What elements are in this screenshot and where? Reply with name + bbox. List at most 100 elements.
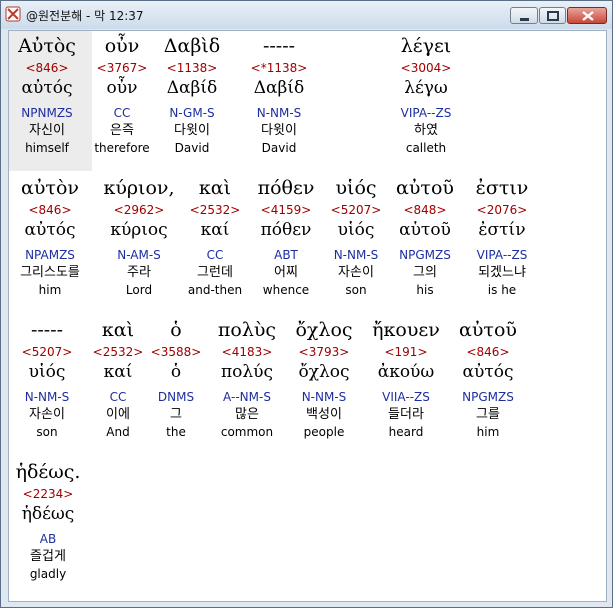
strong-number: <5207> xyxy=(21,345,73,359)
word-block[interactable]: ἤκουεν <191> ἀκούω VIIA--ZS 들더라 heard xyxy=(362,317,450,440)
greek-word: αὐτοῦ xyxy=(459,319,517,341)
korean-gloss: 그리스도를 xyxy=(20,265,80,280)
parsing-code: NPAMZS xyxy=(25,248,75,262)
english-gloss: whence xyxy=(262,283,310,297)
lemma: ὄχλος xyxy=(298,362,350,382)
english-gloss: the xyxy=(166,425,186,439)
parsing-code: N-NM-S xyxy=(301,390,347,404)
strong-number: <2962> xyxy=(113,203,165,217)
korean-gloss: 자손이 xyxy=(338,265,374,280)
lemma: ἀκούω xyxy=(377,362,435,382)
word-block[interactable]: αὐτὸν <846> αὐτός NPAMZS 그리스도를 him xyxy=(9,175,91,298)
korean-gloss: 다윗이 xyxy=(174,123,210,138)
korean-gloss: 주라 xyxy=(127,265,151,280)
korean-gloss: 되겠느냐 xyxy=(478,265,526,280)
word-block[interactable]: πόθεν <4159> πόθεν ABT 어찌 whence xyxy=(250,175,322,298)
lemma: οὖν xyxy=(106,78,138,98)
strong-number: <848> xyxy=(403,203,447,217)
word-block[interactable]: αὐτοῦ <848> αὑτοῦ NPGMZS 그의 his xyxy=(390,175,460,298)
maximize-button[interactable] xyxy=(539,7,566,24)
greek-word: κύριον, xyxy=(103,177,175,199)
english-gloss: himself xyxy=(25,141,69,155)
word-block[interactable]: αὐτοῦ <846> αὐτός NPGMZS 그를 him xyxy=(448,317,528,440)
word-block[interactable]: Αὐτὸς <846> αὐτός NPNMZS 자신이 himself xyxy=(9,33,85,156)
greek-word: ὁ xyxy=(170,319,182,341)
english-gloss: therefore xyxy=(94,141,150,155)
parsing-code: A--NM-S xyxy=(223,390,271,404)
korean-gloss: 그런데 xyxy=(197,265,233,280)
parsing-code: ABT xyxy=(274,248,298,262)
lemma: υἱός xyxy=(337,220,375,240)
parsing-code: N-AM-S xyxy=(117,248,161,262)
word-block[interactable]: καὶ <2532> καί CC 그런데 and-then xyxy=(184,175,246,298)
parsing-code: CC xyxy=(113,106,131,120)
english-gloss: David xyxy=(174,141,210,155)
english-gloss: gladly xyxy=(29,567,67,581)
lemma: αὐτός xyxy=(24,220,76,240)
greek-word: αὐτὸν xyxy=(21,177,79,199)
lemma: πολύς xyxy=(220,362,274,382)
korean-gloss: 그 xyxy=(170,407,182,422)
word-block[interactable]: ὄχλος <3793> ὄχλος N-NM-S 백성이 people xyxy=(282,317,366,440)
english-gloss: heard xyxy=(388,425,424,439)
lemma: ἡδέως xyxy=(21,504,75,524)
strong-number: <4183> xyxy=(221,345,273,359)
strong-number: <5207> xyxy=(330,203,382,217)
word-block[interactable]: ----- <5207> υἱός N-NM-S 자손이 son xyxy=(9,317,85,440)
english-gloss: son xyxy=(36,425,58,439)
lemma: Δαβίδ xyxy=(253,78,305,98)
english-gloss: is he xyxy=(487,283,517,297)
greek-word: πόθεν xyxy=(257,177,315,199)
strong-number: <846> xyxy=(466,345,510,359)
parsing-panel: Αὐτὸς <846> αὐτός NPNMZS 자신이 himself οὖν… xyxy=(8,30,607,602)
lemma: υἱός xyxy=(28,362,66,382)
korean-gloss: 들더라 xyxy=(388,407,424,422)
english-gloss: And xyxy=(106,425,130,439)
word-block[interactable]: λέγει <3004> λέγω VIPA--ZS 하였 calleth xyxy=(388,33,464,156)
word-block[interactable]: ἡδέως. <2234> ἡδέως AB 즐겁게 gladly xyxy=(9,459,87,582)
parsing-code: VIPA--ZS xyxy=(400,106,452,120)
korean-gloss: 백성이 xyxy=(306,407,342,422)
strong-number: <3588> xyxy=(150,345,202,359)
title-bar[interactable]: @원전분해 - 막 12:37 xyxy=(1,1,612,29)
strong-number: <1138> xyxy=(166,61,218,75)
minimize-button[interactable] xyxy=(510,7,538,24)
korean-gloss: 그를 xyxy=(476,407,500,422)
english-gloss: and-then xyxy=(187,283,243,297)
greek-word: υἱός xyxy=(335,177,377,199)
word-block[interactable]: οὖν <3767> οὖν CC 은즉 therefore xyxy=(92,33,152,156)
word-block[interactable]: καὶ <2532> καί CC 이에 And xyxy=(89,317,147,440)
strong-number: <2532> xyxy=(189,203,241,217)
word-block[interactable]: Δαβὶδ <1138> Δαβίδ N-GM-S 다윗이 David xyxy=(156,33,228,156)
parsing-code: N-NM-S xyxy=(24,390,70,404)
word-block[interactable]: κύριον, <2962> κύριος N-AM-S 주라 Lord xyxy=(96,175,182,298)
parsing-code: AB xyxy=(39,532,57,546)
korean-gloss: 하였 xyxy=(414,123,438,138)
word-block[interactable]: πολὺς <4183> πολύς A--NM-S 많은 common xyxy=(205,317,289,440)
greek-word: ----- xyxy=(30,319,64,341)
word-block[interactable]: ἐστιν <2076> ἐστίν VIPA--ZS 되겠느냐 is he xyxy=(464,175,540,298)
strong-number: <2076> xyxy=(476,203,528,217)
greek-word: καὶ xyxy=(198,177,232,199)
lemma: Δαβίδ xyxy=(166,78,218,98)
close-button[interactable] xyxy=(567,7,607,24)
greek-word: ἡδέως. xyxy=(15,461,81,483)
word-block[interactable]: ὁ <3588> ὁ DNMS 그 the xyxy=(147,317,205,440)
korean-gloss: 자손이 xyxy=(29,407,65,422)
lemma: πόθεν xyxy=(260,220,312,240)
strong-number: <846> xyxy=(28,203,72,217)
parsing-code: NPNMZS xyxy=(21,106,73,120)
parsing-code: VIPA--ZS xyxy=(476,248,528,262)
korean-gloss: 그의 xyxy=(413,265,437,280)
parsing-code: NPGMZS xyxy=(399,248,451,262)
greek-word: Αὐτὸς xyxy=(18,35,76,57)
greek-word: ἤκουεν xyxy=(372,319,440,341)
parsing-code: CC xyxy=(109,390,127,404)
word-block[interactable]: ----- <*1138> Δαβίδ N-NM-S 다윗이 David xyxy=(242,33,316,156)
strong-number: <2234> xyxy=(22,487,74,501)
word-block[interactable]: υἱός <5207> υἱός N-NM-S 자손이 son xyxy=(323,175,389,298)
strong-number: <4159> xyxy=(260,203,312,217)
lemma: ἐστίν xyxy=(478,220,526,240)
english-gloss: son xyxy=(345,283,367,297)
maximize-icon xyxy=(547,11,559,21)
